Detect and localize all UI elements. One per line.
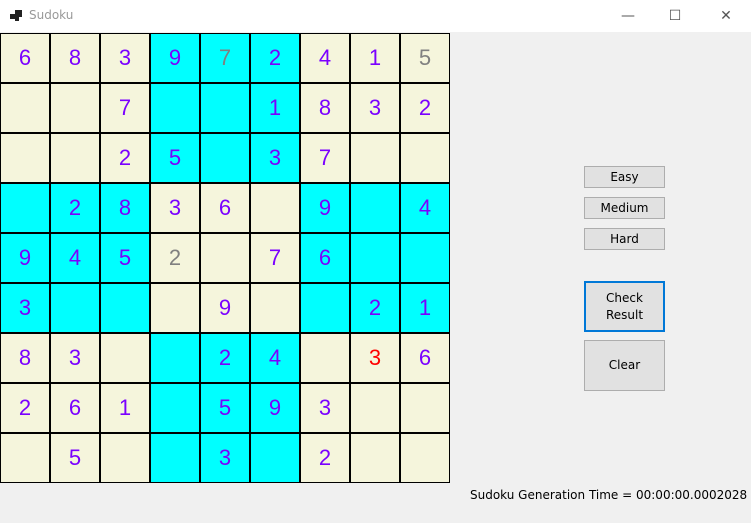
sudoku-cell[interactable] <box>350 183 400 233</box>
sudoku-cell[interactable] <box>200 133 250 183</box>
sudoku-cell[interactable]: 9 <box>300 183 350 233</box>
sudoku-window: Sudoku — ☐ ✕ 683972415718322537283694945… <box>0 0 751 523</box>
check-result-label-line2: Result <box>605 307 644 322</box>
sudoku-cell[interactable]: 9 <box>150 33 200 83</box>
sudoku-cell[interactable] <box>50 83 100 133</box>
sudoku-cell[interactable] <box>300 333 350 383</box>
sudoku-cell[interactable]: 2 <box>100 133 150 183</box>
sudoku-cell[interactable]: 3 <box>100 33 150 83</box>
sudoku-cell[interactable] <box>50 283 100 333</box>
sudoku-cell[interactable]: 9 <box>0 233 50 283</box>
sudoku-cell[interactable]: 5 <box>400 33 450 83</box>
sudoku-cell[interactable]: 8 <box>300 83 350 133</box>
sudoku-cell[interactable]: 3 <box>0 283 50 333</box>
sudoku-cell[interactable] <box>350 433 400 483</box>
sudoku-cell[interactable]: 6 <box>400 333 450 383</box>
sudoku-cell[interactable]: 6 <box>200 183 250 233</box>
sudoku-cell[interactable]: 3 <box>150 183 200 233</box>
close-button[interactable]: ✕ <box>703 0 749 32</box>
sudoku-cell[interactable]: 1 <box>250 83 300 133</box>
sudoku-cell[interactable]: 1 <box>350 33 400 83</box>
sudoku-cell[interactable] <box>0 433 50 483</box>
sudoku-cell[interactable]: 4 <box>250 333 300 383</box>
sudoku-cell[interactable] <box>200 233 250 283</box>
sudoku-cell[interactable]: 5 <box>150 133 200 183</box>
sudoku-cell[interactable] <box>250 283 300 333</box>
sudoku-cell[interactable]: 5 <box>50 433 100 483</box>
check-result-label-line1: Check <box>606 290 643 305</box>
sudoku-cell[interactable] <box>150 83 200 133</box>
sudoku-cell[interactable] <box>150 283 200 333</box>
sudoku-cell[interactable] <box>50 133 100 183</box>
sudoku-cell[interactable]: 2 <box>350 283 400 333</box>
sudoku-cell[interactable]: 4 <box>300 33 350 83</box>
sudoku-cell[interactable]: 8 <box>100 183 150 233</box>
sudoku-cell[interactable]: 7 <box>100 83 150 133</box>
sudoku-cell[interactable]: 5 <box>200 383 250 433</box>
sudoku-cell[interactable]: 5 <box>100 233 150 283</box>
sudoku-cell[interactable]: 6 <box>0 33 50 83</box>
sudoku-cell[interactable] <box>0 183 50 233</box>
sudoku-cell[interactable]: 8 <box>0 333 50 383</box>
sudoku-cell[interactable] <box>300 283 350 333</box>
sudoku-cell[interactable] <box>400 133 450 183</box>
sudoku-cell[interactable]: 3 <box>350 333 400 383</box>
sudoku-cell[interactable]: 3 <box>250 133 300 183</box>
sudoku-cell[interactable]: 2 <box>400 83 450 133</box>
sudoku-cell[interactable] <box>150 333 200 383</box>
sudoku-cell[interactable]: 9 <box>200 283 250 333</box>
sudoku-cell[interactable] <box>350 383 400 433</box>
sudoku-cell[interactable] <box>150 383 200 433</box>
sudoku-cell[interactable] <box>100 333 150 383</box>
generation-time-label: Sudoku Generation Time = 00:00:00.000202… <box>470 488 748 502</box>
sudoku-cell[interactable]: 7 <box>200 33 250 83</box>
sudoku-cell[interactable] <box>250 183 300 233</box>
easy-button[interactable]: Easy <box>584 166 665 188</box>
sudoku-cell[interactable] <box>350 133 400 183</box>
minimize-button[interactable]: — <box>605 0 651 32</box>
sudoku-cell[interactable]: 3 <box>200 433 250 483</box>
sudoku-cell[interactable]: 3 <box>350 83 400 133</box>
sudoku-cell[interactable] <box>200 83 250 133</box>
sudoku-cell[interactable]: 2 <box>0 383 50 433</box>
maximize-button[interactable]: ☐ <box>652 0 698 32</box>
sudoku-cell[interactable] <box>250 433 300 483</box>
sudoku-cell[interactable] <box>0 83 50 133</box>
sudoku-cell[interactable] <box>100 433 150 483</box>
sudoku-cell[interactable] <box>0 133 50 183</box>
sudoku-cell[interactable]: 2 <box>150 233 200 283</box>
sudoku-cell[interactable]: 3 <box>300 383 350 433</box>
sudoku-cell[interactable]: 2 <box>300 433 350 483</box>
sudoku-cell[interactable] <box>350 233 400 283</box>
sudoku-board: 6839724157183225372836949452763921832436… <box>0 33 450 483</box>
sudoku-cell[interactable]: 9 <box>250 383 300 433</box>
sudoku-cell[interactable]: 6 <box>300 233 350 283</box>
clear-button[interactable]: Clear <box>584 340 665 391</box>
medium-button[interactable]: Medium <box>584 197 665 219</box>
sudoku-cell[interactable]: 7 <box>250 233 300 283</box>
sudoku-cell[interactable]: 2 <box>50 183 100 233</box>
sudoku-cell[interactable]: 1 <box>100 383 150 433</box>
check-result-button[interactable]: Check Result <box>584 281 665 332</box>
sudoku-cell[interactable]: 4 <box>50 233 100 283</box>
sudoku-cell[interactable] <box>150 433 200 483</box>
sudoku-cell[interactable]: 1 <box>400 283 450 333</box>
sudoku-cell[interactable] <box>400 383 450 433</box>
sudoku-cell[interactable]: 8 <box>50 33 100 83</box>
app-icon <box>10 10 22 22</box>
sudoku-cell[interactable]: 7 <box>300 133 350 183</box>
sudoku-cell[interactable]: 2 <box>200 333 250 383</box>
sudoku-cell[interactable]: 3 <box>50 333 100 383</box>
sudoku-cell[interactable]: 4 <box>400 183 450 233</box>
sudoku-cell[interactable]: 2 <box>250 33 300 83</box>
window-title: Sudoku <box>29 8 74 22</box>
sudoku-cell[interactable]: 6 <box>50 383 100 433</box>
hard-button[interactable]: Hard <box>584 228 665 250</box>
title-bar: Sudoku — ☐ ✕ <box>0 0 751 33</box>
sudoku-cell[interactable] <box>100 283 150 333</box>
sudoku-cell[interactable] <box>400 433 450 483</box>
sudoku-cell[interactable] <box>400 233 450 283</box>
